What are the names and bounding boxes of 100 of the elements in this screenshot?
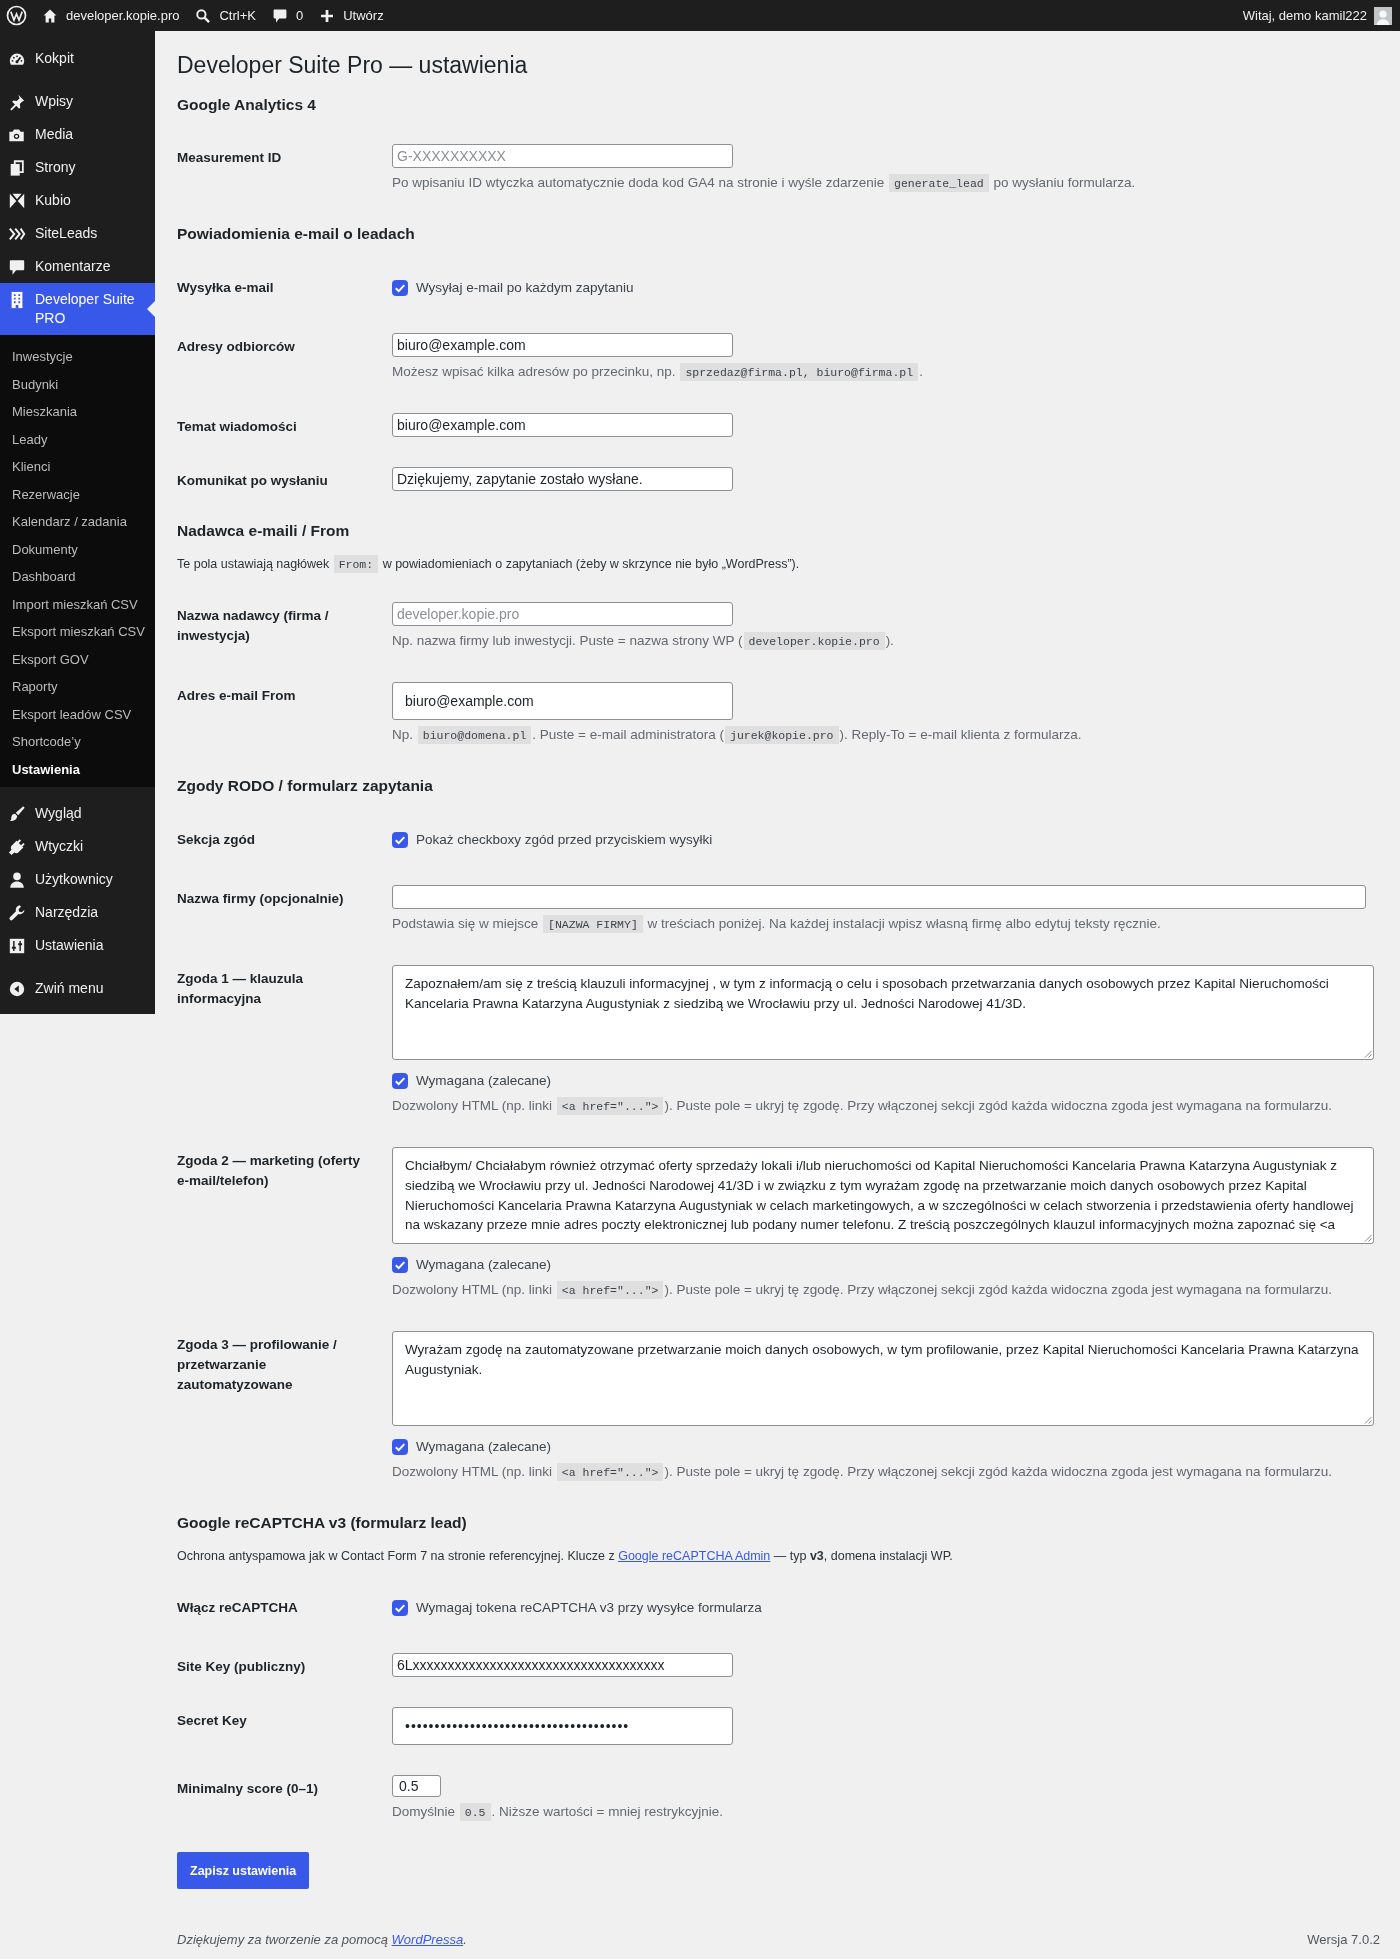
textarea-field[interactable]: Wyrażam zgodę na zautomatyzowane przetwarzanie moich danych osobowych, w tym profilowanie, przez Kapital Nieruchomości Kancelaria Prawna Katarzyna Augustyniak. bbox=[392, 1331, 1374, 1427]
submenu-item[interactable]: Dokumenty bbox=[0, 535, 155, 563]
text-field[interactable]: 6Lxxxxxxxxxxxxxxxxxxxxxxxxxxxxxxxxxxxx bbox=[392, 1653, 733, 1678]
field-label: Nazwa firmy (opcjonalnie) bbox=[177, 890, 345, 908]
field-label: Nazwa nadawcy (firma / inwestycja) bbox=[177, 607, 330, 645]
new-content-link[interactable]: Utwórz bbox=[311, 0, 392, 31]
checkbox-label: Wymagaj tokena reCAPTCHA v3 przy wysyłce formularza bbox=[416, 1599, 762, 1618]
menu-item[interactable]: Narzędzia bbox=[0, 896, 155, 929]
comment-icon bbox=[271, 7, 288, 24]
submenu-item[interactable]: Import mieszkań CSV bbox=[0, 590, 155, 618]
section-heading: Google reCAPTCHA v3 (formularz lead) bbox=[177, 1513, 468, 1534]
section-heading: Zgody RODO / formularz zapytania bbox=[177, 776, 434, 796]
checkbox-label: Pokaż checkboxy zgód przed przyciskiem wysyłki bbox=[416, 831, 713, 849]
save-button[interactable]: Zapisz ustawienia bbox=[177, 1852, 310, 1890]
number-field[interactable]: 0.5 bbox=[392, 1775, 441, 1798]
field-description: Np. biuro@domena.pl . Puste = e-mail administratora ( jurek@kopie.pro ). Reply-To = e-mail klienta z formularza. bbox=[392, 725, 1083, 746]
checkbox-label: Wymagana (zalecane) bbox=[416, 1072, 551, 1090]
section-heading: Google Analytics 4 bbox=[177, 95, 317, 115]
text-field[interactable]: Dziękujemy, zapytanie zostało wysłane. bbox=[392, 467, 733, 491]
checkbox[interactable] bbox=[392, 280, 408, 296]
submenu-item[interactable]: Leady bbox=[0, 425, 155, 453]
submenu-item[interactable]: Klienci bbox=[0, 453, 155, 481]
field-label: Włącz reCAPTCHA bbox=[177, 1599, 299, 1618]
submenu-item[interactable]: Kalendarz / zadania bbox=[0, 508, 155, 536]
pages-icon bbox=[8, 158, 26, 177]
submenu-item[interactable]: Raporty bbox=[0, 673, 155, 701]
section-heading: Nadawca e-maili / From bbox=[177, 521, 351, 541]
submenu-item[interactable]: Eksport mieszkań CSV bbox=[0, 618, 155, 646]
pointer-triangle-icon bbox=[147, 301, 155, 317]
checkbox[interactable] bbox=[392, 1073, 408, 1089]
email-field[interactable]: biuro@example.com bbox=[392, 682, 733, 720]
submenu-item[interactable]: Dashboard bbox=[0, 563, 155, 591]
account-menu[interactable]: Witaj, demo kamil222 bbox=[1234, 0, 1400, 31]
field-label: Sekcja zgód bbox=[177, 831, 257, 849]
text-field[interactable]: biuro@example.com bbox=[392, 413, 733, 437]
field-label: Secret Key bbox=[177, 1712, 248, 1731]
textarea-field[interactable]: Chciałbym/ Chciałabym również otrzymać oferty sprzedaży lokali i/lub nieruchomości od Kapital Nieruchomości Kancelaria Prawna Katarzyna Augustyniak z siedzibą we Wrocławiu przy ul. Jedności Narodowej 41/3D i w związku z tym wyrażam zgodę na przetwarzanie moich danych osobowych przez Kapital Nieruchomości Kancelaria Prawna Katarzyna Augustyniak w celach marketingowych, a w szczególności w celach stworzenia i przedstawienia oferty handlowej na wskazany przeze mnie adres poczty elektronicznej lub podany numer telefonu. Z treścią poszczególnych klauzul informacyjnych można zapoznać się <a bbox=[392, 1147, 1374, 1245]
menu-item[interactable]: Wtyczki bbox=[0, 830, 155, 863]
comments-link[interactable]: 0 bbox=[263, 0, 312, 31]
field-label: Adres e-mail From bbox=[177, 687, 297, 705]
sliders-icon bbox=[8, 936, 26, 955]
page-title: Developer Suite Pro — ustawienia bbox=[177, 51, 529, 80]
checkbox[interactable] bbox=[392, 832, 408, 848]
link[interactable]: Google reCAPTCHA Admin bbox=[618, 1549, 771, 1564]
home-icon bbox=[42, 7, 58, 24]
plug-icon bbox=[8, 837, 26, 856]
text-field[interactable] bbox=[392, 885, 1366, 909]
password-field[interactable]: •••••••••••••••••••••••••••••••••••••• bbox=[392, 1707, 733, 1746]
menu-item[interactable]: Strony bbox=[0, 151, 155, 184]
checkbox[interactable] bbox=[392, 1600, 408, 1617]
logo-icon[interactable] bbox=[6, 5, 27, 26]
submenu-item[interactable]: Mieszkania bbox=[0, 398, 155, 426]
field-description: Dozwolony HTML (np. linki <a href="..."> ). Puste pole = ukryj tę zgodę. Przy włączonej sekcji zgód każda widoczna zgoda jest wymagana na formularzu. bbox=[392, 1096, 1333, 1117]
bowtie-icon bbox=[8, 191, 26, 210]
field-label: Adresy odbiorców bbox=[177, 338, 296, 356]
user-icon bbox=[8, 870, 26, 889]
menu-item[interactable]: Media bbox=[0, 118, 155, 151]
menu-item[interactable]: SiteLeads bbox=[0, 217, 155, 250]
resize-handle-icon bbox=[1364, 1050, 1372, 1058]
textarea-field[interactable]: Zapoznałem/am się z treścią klauzuli informacyjnej , w tym z informacją o celu i sposobach przetwarzania danych osobowych przez Kapital Nieruchomości Kancelaria Prawna Katarzyna Augustyniak z siedzibą we Wrocławiu przy ul. Jedności Narodowej 41/3D. bbox=[392, 965, 1374, 1060]
collapse-icon bbox=[8, 979, 26, 998]
menu-item[interactable]: Kubio bbox=[0, 184, 155, 217]
field-label: Measurement ID bbox=[177, 149, 283, 167]
checkbox-label: Wysyłaj e-mail po każdym zapytaniu bbox=[416, 279, 634, 297]
field-description: Dozwolony HTML (np. linki <a href="..."> ). Puste pole = ukryj tę zgodę. Przy włączonej sekcji zgód każda widoczna zgoda jest wymagana na formularzu. bbox=[392, 1280, 1333, 1302]
menu-item[interactable]: Komentarze bbox=[0, 250, 155, 283]
checkbox[interactable] bbox=[392, 1439, 408, 1456]
submenu-item[interactable]: Rezerwacje bbox=[0, 480, 155, 508]
section-description: Ochrona antyspamowa jak w Contact Form 7 na stronie referencyjnej. Klucze z Google reCAPTCHA Admin — typ v3, domena instalacji WP. bbox=[177, 1548, 954, 1566]
checkbox[interactable] bbox=[392, 1257, 408, 1274]
brush-icon bbox=[8, 804, 26, 823]
comment-icon bbox=[8, 257, 26, 276]
field-label: Zgoda 3 — profilowanie / przetwarzanie zautomatyzowane bbox=[177, 1336, 338, 1395]
field-description: Np. nazwa firmy lub inwestycji. Puste = nazwa strony WP ( developer.kopie.pro ). bbox=[392, 631, 895, 652]
field-description: Podstawia się w miejsce [NAZWA FIRMY] w treściach poniżej. Na każdej instalacji wpisz własną firmę albo edytuj teksty ręcznie. bbox=[392, 914, 1162, 935]
collapse-menu-button[interactable]: Zwiń menu bbox=[0, 972, 155, 1005]
menu-item[interactable]: Użytkownicy bbox=[0, 863, 155, 896]
text-field[interactable]: biuro@example.com bbox=[392, 333, 733, 357]
submenu-item[interactable]: Budynki bbox=[0, 370, 155, 398]
submenu-item[interactable]: Inwestycje bbox=[0, 343, 155, 371]
submenu-item[interactable]: Eksport leadów CSV bbox=[0, 700, 155, 728]
field-description: Domyślnie 0.5 . Niższe wartości = mniej restrykcyjnie. bbox=[392, 1802, 724, 1824]
checkbox-label: Wymagana (zalecane) bbox=[416, 1438, 551, 1457]
menu-item[interactable]: Kokpit bbox=[0, 42, 155, 75]
menu-item[interactable]: Developer Suite PRO bbox=[0, 283, 155, 335]
menu-item[interactable]: Wpisy bbox=[0, 85, 155, 118]
site-link[interactable]: developer.kopie.pro bbox=[34, 0, 188, 31]
submenu-item[interactable]: Shortcode’y bbox=[0, 728, 155, 756]
search-button[interactable]: Ctrl+K bbox=[187, 0, 264, 31]
menu-item[interactable]: Ustawienia bbox=[0, 929, 155, 962]
resize-handle-icon bbox=[1364, 1234, 1372, 1243]
field-label: Temat wiadomości bbox=[177, 418, 298, 436]
submenu-item[interactable]: Eksport GOV bbox=[0, 645, 155, 673]
submenu-item[interactable]: Ustawienia bbox=[0, 755, 155, 783]
checkbox-label: Wymagana (zalecane) bbox=[416, 1256, 551, 1275]
menu-item[interactable]: Wygląd bbox=[0, 797, 155, 830]
field-description: Po wpisaniu ID wtyczka automatycznie doda kod GA4 na stronie i wyśle zdarzenie generate_lead po wysłaniu formularza. bbox=[392, 173, 1137, 194]
field-label: Site Key (publiczny) bbox=[177, 1658, 307, 1677]
field-label: Minimalny score (0–1) bbox=[177, 1780, 320, 1799]
field-label: Zgoda 2 — marketing (oferty e-mail/telefon) bbox=[177, 1152, 362, 1190]
